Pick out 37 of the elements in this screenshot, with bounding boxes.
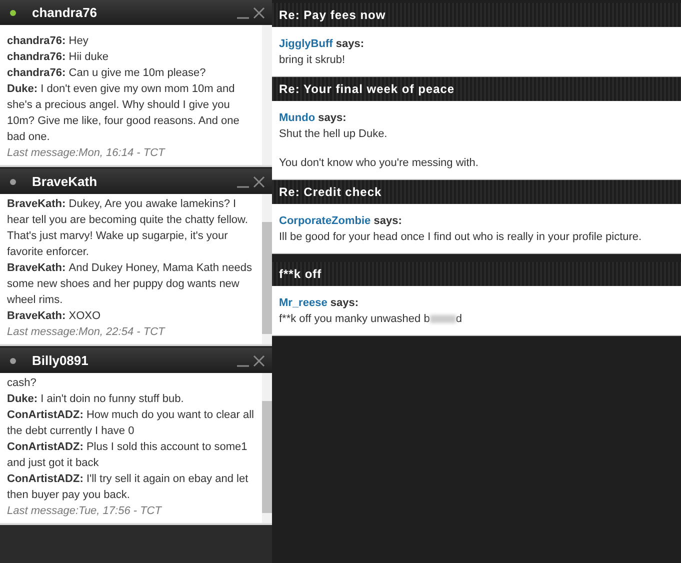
comment-text: f**k off you manky unwashed b d [279,312,463,327]
last-message-time: Last message:Tue, 17:56 - TCT [7,504,163,519]
chat-title: Billy0891 [32,353,90,368]
chat-message: BraveKath: XOXO [7,309,102,324]
chat-message: ConArtistADZ: I'll try sell it again on ebay and let then buyer pay you back. [7,472,250,503]
comment-author: CorporateZombie says: [279,214,403,229]
chat-message: chandra76: Can u give me 10m please? [7,66,207,81]
scrollbar[interactable] [262,373,272,523]
comment-text: You don't know who you're messing with. [279,156,480,171]
thread-title-bar: Re: Pay fees now [272,3,681,27]
chat-message: ConArtistADZ: Plus I sold this account to some1 and just got it back [7,440,248,471]
chat-message: cash? [7,376,38,391]
window-controls-icon[interactable] [236,354,266,366]
chat-message: chandra76: Hey [7,34,90,49]
chat-message: BraveKath: Dukey, Are you awake lamekins? I hear tell you are becoming quite the chatty fellow. That's just marvy! Wake up sugarpie, it's your favorite enforcer. [7,197,249,260]
scrollbar[interactable] [262,194,272,344]
comment-author: Mundo says: [279,111,348,126]
thread-title-bar: f**k off [272,262,681,286]
chat-title: BraveKath [32,174,98,189]
chat-message: ConArtistADZ: How much do you want to clear all the debt currently I have 0 [7,408,255,439]
comment-text: bring it skrub! [279,53,346,68]
window-controls-icon[interactable] [236,6,266,18]
chat-title: chandra76 [32,5,98,20]
chat-message: Duke: I ain't doin no funny stuff bub. [7,392,185,407]
comment-author: JigglyBuff says: [279,37,365,52]
last-message-time: Last message:Mon, 22:54 - TCT [7,325,166,340]
chat-message: Duke: I don't even give my own mom 10m and she's a precious angel. Why should I give you 10m? Give me like, four good reasons. And one bad one. [7,82,240,145]
chat-message: BraveKath: And Dukey Honey, Mama Kath needs some new shoes and her puppy dog wants new wheel rims. [7,261,253,308]
comment-author: Mr_reese says: [279,296,360,311]
window-controls-icon[interactable] [236,176,266,188]
comment-text: Shut the hell up Duke. [279,127,388,142]
chat-message: chandra76: Hii duke [7,50,110,65]
scrollbar[interactable] [262,25,272,165]
thread-title-bar: Re: Your final week of peace [272,77,681,101]
comment-text: Ill be good for your head once I find out who is really in your profile picture. [279,230,643,245]
last-message-time: Last message:Mon, 16:14 - TCT [7,146,166,161]
thread-title-bar: Re: Credit check [272,180,681,204]
